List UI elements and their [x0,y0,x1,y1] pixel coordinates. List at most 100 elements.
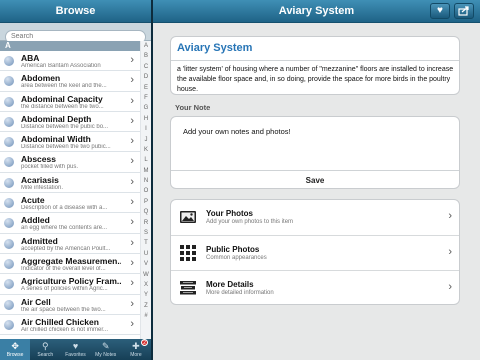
browse-header-title: Browse [0,0,151,23]
index-letter[interactable]: C [141,62,151,72]
chevron-right-icon: › [130,297,134,310]
tab-label: Search [37,352,54,358]
term-list-item[interactable]: Abdominal Capacity the distance between t… [0,91,140,112]
index-letter[interactable]: O [141,186,151,196]
bullet-icon [4,258,14,269]
term-item-subtitle: the air space between the two... [21,306,106,313]
term-list-item[interactable]: Abdomen area between the keel and the... › [0,71,140,92]
term-list-item[interactable]: Admitted accepted by the American Poult..… [0,233,140,254]
index-letter[interactable]: W [141,270,151,280]
term-item-subtitle: an egg where the contents are... [21,225,108,232]
bullet-icon [4,177,14,188]
tab-search[interactable]: ⚲ Search [30,339,60,360]
index-letter[interactable]: G [141,103,151,113]
term-definition: a 'litter system' of housing where a num… [177,66,454,93]
detail-header: Aviary System ♥ [153,0,480,23]
index-letter[interactable]: D [141,72,151,82]
term-list-item[interactable]: Acariasis Mite infestation. › [0,172,140,194]
index-letter[interactable]: M [141,166,151,176]
index-letter[interactable]: X [141,280,151,290]
tab-my-notes[interactable]: ✎ My Notes [91,339,121,360]
chevron-right-icon: › [130,135,134,148]
more-details-row[interactable]: More Details More detailed information › [171,270,459,304]
term-item-title: Abdominal Capacity [21,93,103,104]
index-letter[interactable]: # [141,311,151,321]
index-letter[interactable]: K [141,145,151,155]
tab-favorites[interactable]: ♥ Favorites [60,339,90,360]
save-button[interactable]: Save [171,171,459,188]
term-item-subtitle: pocket filled with pus. [21,164,79,171]
term-definition-card: Aviary System a 'litter system' of housi… [170,36,460,95]
term-list-item[interactable]: Aggregate Measuremen... Indicator of the … [0,253,140,275]
chevron-right-icon: › [130,216,134,229]
index-letter[interactable]: H [141,114,151,124]
index-letter[interactable]: F [141,93,151,103]
index-letter[interactable]: P [141,197,151,207]
bullet-icon [4,198,14,209]
term-list-item[interactable]: Abdominal Width Distance between the two … [0,132,140,153]
index-letter[interactable]: S [141,228,151,238]
note-heading: Your Note [175,103,211,112]
speech-bubble-icon: ✎ [101,341,110,351]
notification-badge: 2 [141,339,149,346]
chevron-right-icon: › [130,236,134,249]
chevron-right-icon: › [130,74,134,87]
index-letter[interactable]: Y [141,290,151,300]
term-list-item[interactable]: Agriculture Policy Fram... A series of po… [0,274,140,295]
term-item-subtitle: accepted by the American Poult... [21,245,111,252]
link-subtitle: More detailed information [206,290,274,296]
tab-browse[interactable]: ✥ Browse [0,339,31,360]
detail-pane: Aviary System ♥ Aviary System a 'litter … [153,0,480,360]
index-letter[interactable]: B [141,51,151,61]
bullet-icon [4,76,14,87]
grid-icon [180,245,196,261]
section-header-letter: A [0,41,140,51]
index-letter[interactable]: A [141,41,151,51]
public-photos-row[interactable]: Public Photos Common appearances › [171,235,459,270]
term-list-item[interactable]: Addled an egg where the contents are... › [0,213,140,234]
bullet-icon [4,56,14,66]
term-list-item[interactable]: Air Chilled Chicken Air chilled chicken i… [0,314,140,336]
term-list-item[interactable]: Abscess pocket filled with pus. › [0,152,140,173]
term-item-title: Acute [21,195,45,206]
tab-bar: ✥ Browse ⚲ Search ♥ Favorites ✎ My Notes ✚ More 2 [0,339,151,360]
chevron-right-icon: › [130,54,134,66]
chevron-right-icon: › [130,175,134,188]
index-letter[interactable]: E [141,83,151,93]
tab-more[interactable]: ✚ More 2 [121,339,151,360]
books-icon [180,281,196,295]
term-item-title: Agriculture Policy Fram... [21,276,121,287]
tab-label: More [130,352,142,358]
term-list-item[interactable]: Acute Description of a disease with a... › [0,193,140,214]
term-item-subtitle: Distance between the two pubic... [21,144,111,151]
index-letter[interactable]: J [141,135,151,145]
your-photos-row[interactable]: Your Photos Add your own photos to this … [171,200,459,235]
term-item-title: ABA [21,53,40,63]
index-letter[interactable]: I [141,124,151,134]
chevron-right-icon: › [130,317,134,330]
index-letter[interactable]: Z [141,301,151,311]
term-item-title: Addled [21,215,50,226]
index-letter[interactable]: T [141,238,151,248]
term-list-item[interactable]: ABA American Bantam Association › [0,51,140,72]
index-letter[interactable]: L [141,155,151,165]
term-item-subtitle: Mite infestation. [21,184,64,191]
note-input[interactable]: Add your own notes and photos! [183,127,291,136]
term-item-title: Air Chilled Chicken [21,316,99,327]
term-list-item[interactable]: Abdominal Depth Distance between the pubi… [0,111,140,133]
index-letter[interactable]: V [141,259,151,269]
index-letter[interactable]: U [141,249,151,259]
chevron-right-icon: › [130,256,134,269]
favorite-button[interactable]: ♥ [430,3,450,19]
bullet-icon [4,116,14,127]
browse-pane: Browse A ABAAmerican Bantam Association ›… [0,0,151,360]
index-letter[interactable]: N [141,176,151,186]
index-letter[interactable]: R [141,218,151,228]
term-item-subtitle: area between the keel and the... [21,83,107,90]
share-button[interactable] [454,3,474,19]
alphabet-index[interactable]: A B C D E F G H I J K L M N O P Q R S T U V W X Y Z # [140,41,151,339]
bullet-icon [4,157,14,168]
index-letter[interactable]: Q [141,207,151,217]
term-list-item[interactable]: Air Cell the air space between the two...… [0,294,140,315]
term-item-subtitle: Distance between the pubic bo... [21,123,109,130]
